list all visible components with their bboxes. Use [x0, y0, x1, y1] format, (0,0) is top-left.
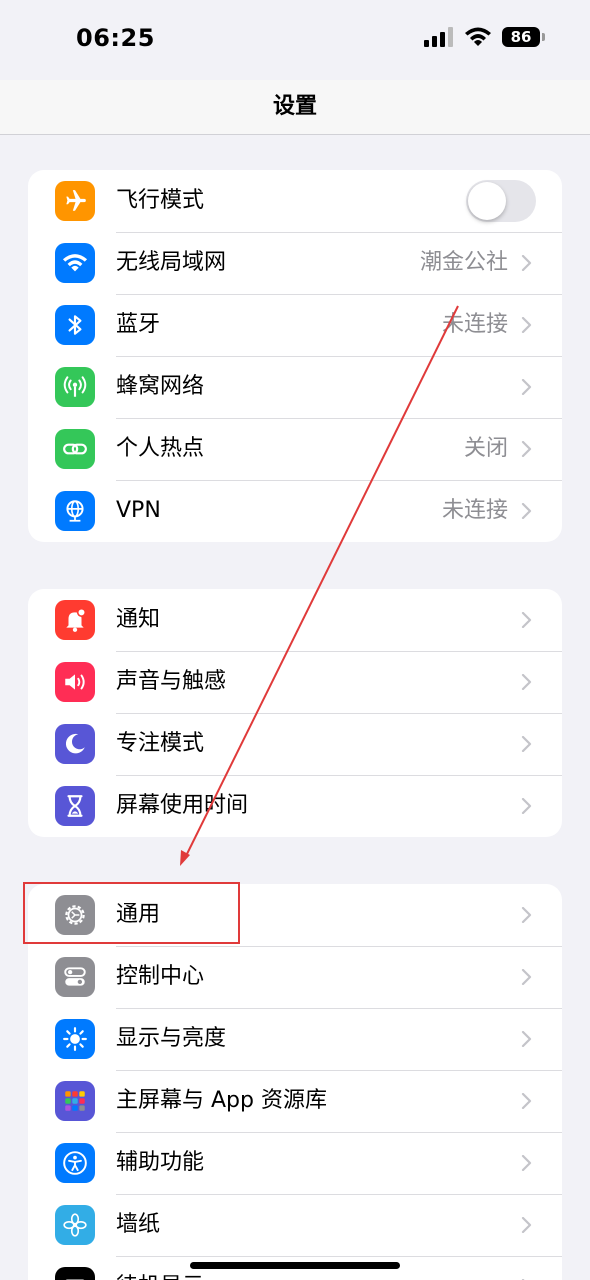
settings-row-label: 蜂窝网络: [116, 374, 205, 399]
chevron-right-icon: [521, 441, 532, 457]
chevron-right-icon: [521, 255, 532, 271]
page-title: 设置: [272, 94, 317, 119]
settings-row-wifi[interactable]: 无线局域网 潮金公社: [28, 232, 562, 294]
settings-row-value: 未连接: [441, 312, 508, 337]
settings-row-cellular[interactable]: 蜂窝网络: [28, 356, 562, 418]
chevron-right-icon: [521, 1093, 532, 1109]
status-icons: 86: [424, 27, 545, 47]
airplane-toggle[interactable]: [466, 180, 536, 222]
status-time: 06:25: [76, 24, 155, 52]
settings-row-sounds[interactable]: 声音与触感: [28, 651, 562, 713]
settings-row-hotspot[interactable]: 个人热点 关闭: [28, 418, 562, 480]
speaker-icon: [55, 662, 95, 702]
wifi-status-icon: [465, 27, 491, 46]
settings-row-label: 主屏幕与 App 资源库: [116, 1088, 327, 1113]
hotspot-link-icon: [55, 429, 95, 469]
moon-icon: [55, 724, 95, 764]
settings-row-label: 显示与亮度: [116, 1026, 227, 1051]
accessibility-icon: [55, 1143, 95, 1183]
toggle-knob: [468, 182, 506, 220]
settings-row-label: 无线局域网: [116, 250, 227, 275]
bell-icon: [55, 600, 95, 640]
settings-row-general[interactable]: 通用: [28, 884, 562, 946]
status-bar: 06:25 86: [0, 0, 590, 80]
settings-row-label: 屏幕使用时间: [116, 793, 249, 818]
settings-row-notifications[interactable]: 通知: [28, 589, 562, 651]
settings-row-value: 关闭: [463, 436, 508, 461]
nav-bar: 设置: [0, 80, 590, 135]
annotation-arrowhead: [180, 850, 190, 866]
standby-icon: [55, 1267, 95, 1280]
chevron-right-icon: [521, 674, 532, 690]
chevron-right-icon: [521, 379, 532, 395]
switches-icon: [55, 957, 95, 997]
settings-row-label: 飞行模式: [116, 188, 205, 213]
settings-row-bluetooth[interactable]: 蓝牙 未连接: [28, 294, 562, 356]
chevron-right-icon: [521, 317, 532, 333]
chevron-right-icon: [521, 798, 532, 814]
settings-row-value: 未连接: [441, 498, 508, 523]
settings-row-label: 控制中心: [116, 964, 205, 989]
settings-row-label: 个人热点: [116, 436, 205, 461]
home-indicator[interactable]: [190, 1262, 400, 1269]
settings-row-vpn[interactable]: VPN 未连接: [28, 480, 562, 542]
settings-row-label: 声音与触感: [116, 669, 227, 694]
settings-row-screen-time[interactable]: 屏幕使用时间: [28, 775, 562, 837]
settings-row-accessibility[interactable]: 辅助功能: [28, 1132, 562, 1194]
settings-group-general: 通用 控制中心 显示与亮度 主屏幕与 App 资源库 辅助功能 墙纸: [28, 884, 562, 1280]
hourglass-icon: [55, 786, 95, 826]
battery-icon: 86: [502, 27, 545, 47]
sun-icon: [55, 1019, 95, 1059]
settings-row-control-center[interactable]: 控制中心: [28, 946, 562, 1008]
gear-icon: [55, 895, 95, 935]
settings-row-label: 辅助功能: [116, 1150, 205, 1175]
wifi-icon: [55, 243, 95, 283]
airplane-icon: [55, 181, 95, 221]
cellular-signal-icon: [424, 27, 453, 47]
settings-row-label: 通知: [116, 607, 161, 632]
chevron-right-icon: [521, 612, 532, 628]
settings-row-airplane[interactable]: 飞行模式: [28, 170, 562, 232]
settings-row-focus[interactable]: 专注模式: [28, 713, 562, 775]
settings-row-home-screen[interactable]: 主屏幕与 App 资源库: [28, 1070, 562, 1132]
chevron-right-icon: [521, 736, 532, 752]
bluetooth-icon: [55, 305, 95, 345]
settings-row-label: 蓝牙: [116, 312, 161, 337]
settings-row-label: 专注模式: [116, 731, 205, 756]
globe-network-icon: [55, 491, 95, 531]
antenna-icon: [55, 367, 95, 407]
chevron-right-icon: [521, 969, 532, 985]
settings-row-value: 潮金公社: [419, 250, 508, 275]
settings-row-label: 通用: [116, 902, 161, 927]
flower-icon: [55, 1205, 95, 1245]
chevron-right-icon: [521, 503, 532, 519]
chevron-right-icon: [521, 907, 532, 923]
settings-row-display[interactable]: 显示与亮度: [28, 1008, 562, 1070]
chevron-right-icon: [521, 1155, 532, 1171]
chevron-right-icon: [521, 1217, 532, 1233]
settings-group-notifications: 通知 声音与触感 专注模式 屏幕使用时间: [28, 589, 562, 837]
settings-row-label: 墙纸: [116, 1212, 161, 1237]
chevron-right-icon: [521, 1031, 532, 1047]
settings-row-label: VPN: [116, 498, 161, 523]
settings-row-wallpaper[interactable]: 墙纸: [28, 1194, 562, 1256]
app-grid-icon: [55, 1081, 95, 1121]
settings-group-connectivity: 飞行模式 无线局域网 潮金公社 蓝牙 未连接 蜂窝网络 个人热点 关闭 VPN …: [28, 170, 562, 542]
